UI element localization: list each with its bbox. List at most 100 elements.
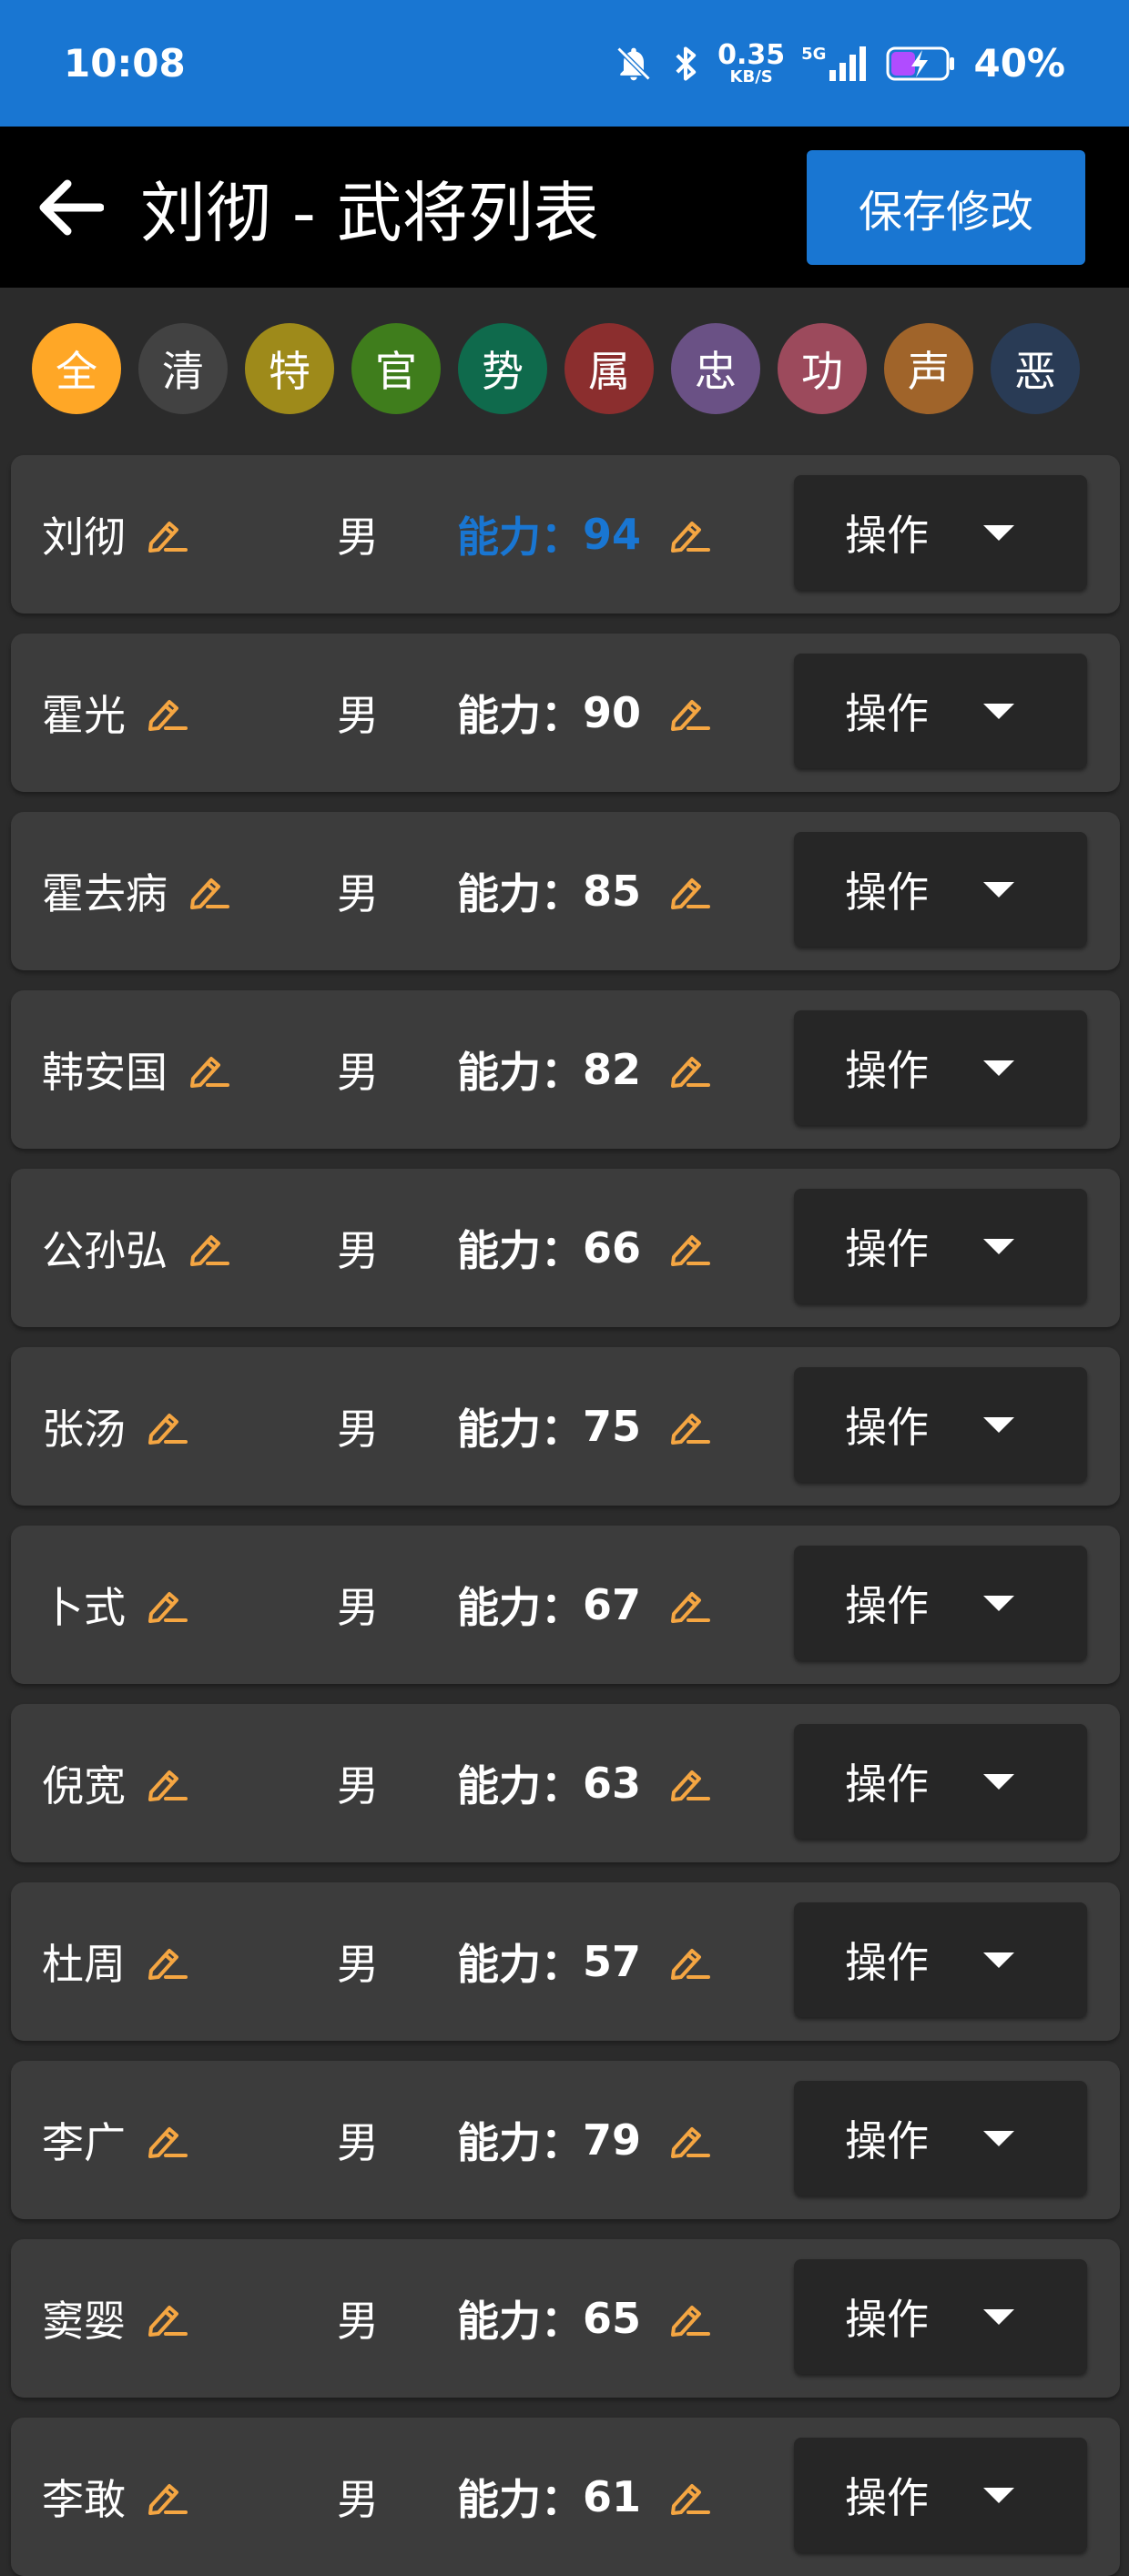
general-gender: 男 <box>337 2118 379 2167</box>
operation-dropdown-button[interactable]: 操作 <box>794 1724 1087 1839</box>
general-gender: 男 <box>337 1583 379 1632</box>
operation-label: 操作 <box>845 1938 929 1987</box>
general-gender: 男 <box>337 2297 379 2346</box>
edit-name-icon[interactable] <box>146 1587 188 1623</box>
ability-label: 能力： <box>457 1583 583 1632</box>
operation-dropdown-button[interactable]: 操作 <box>794 2438 1087 2552</box>
general-row: 韩安国 男 能力： 82 操作 <box>11 990 1120 1149</box>
operation-dropdown-button[interactable]: 操作 <box>794 832 1087 947</box>
caret-down-icon <box>983 2488 1014 2503</box>
edit-ability-icon[interactable] <box>668 634 710 792</box>
battery-charging-icon <box>886 45 957 83</box>
operation-dropdown-button[interactable]: 操作 <box>794 654 1087 768</box>
edit-name-icon[interactable] <box>188 873 229 909</box>
operation-dropdown-button[interactable]: 操作 <box>794 2081 1087 2196</box>
edit-ability-icon[interactable] <box>668 1347 710 1506</box>
general-ability: 能力： 79 <box>457 2061 641 2219</box>
edit-name-icon[interactable] <box>146 1408 188 1445</box>
status-bar: 10:08 0.35 KB/S 5G 40% <box>0 0 1129 127</box>
edit-ability-icon[interactable] <box>668 1169 710 1327</box>
caret-down-icon <box>983 1952 1014 1968</box>
operation-label: 操作 <box>845 1581 929 1630</box>
ability-value: 90 <box>583 688 642 737</box>
filter-bar: 全清特官势属忠功声恶 <box>0 288 1129 450</box>
operation-dropdown-button[interactable]: 操作 <box>794 1546 1087 1660</box>
general-name: 霍光 <box>42 691 126 740</box>
ability-label: 能力： <box>457 1226 583 1275</box>
edit-name-icon[interactable] <box>188 1051 229 1088</box>
ability-label: 能力： <box>457 2297 583 2346</box>
edit-name-icon[interactable] <box>146 516 188 553</box>
operation-dropdown-button[interactable]: 操作 <box>794 1189 1087 1303</box>
edit-name-icon[interactable] <box>146 2122 188 2158</box>
ability-label: 能力： <box>457 869 583 918</box>
general-name: 张汤 <box>42 1405 126 1454</box>
general-gender: 男 <box>337 691 379 740</box>
save-button[interactable]: 保存修改 <box>807 149 1085 265</box>
edit-ability-icon[interactable] <box>668 1526 710 1684</box>
general-name: 杜周 <box>42 1940 126 1989</box>
app-bar: 刘彻 - 武将列表 保存修改 <box>0 127 1129 288</box>
signal-icon: 5G <box>801 45 870 83</box>
general-name: 李广 <box>42 2118 126 2167</box>
edit-ability-icon[interactable] <box>668 812 710 970</box>
edit-ability-icon[interactable] <box>668 2418 710 2576</box>
arrow-left-icon <box>39 179 104 235</box>
edit-name-icon[interactable] <box>146 695 188 731</box>
ability-value: 61 <box>583 2472 642 2521</box>
status-time: 10:08 <box>64 41 186 86</box>
general-ability: 能力： 90 <box>457 634 641 792</box>
edit-ability-icon[interactable] <box>668 455 710 614</box>
filter-chip[interactable]: 恶 <box>991 323 1080 414</box>
operation-dropdown-button[interactable]: 操作 <box>794 1010 1087 1125</box>
edit-ability-icon[interactable] <box>668 2061 710 2219</box>
general-ability: 能力： 67 <box>457 1526 641 1684</box>
ability-value: 67 <box>583 1580 642 1629</box>
ability-label: 能力： <box>457 1761 583 1810</box>
general-gender: 男 <box>337 1940 379 1989</box>
filter-chip[interactable]: 声 <box>884 323 973 414</box>
operation-dropdown-button[interactable]: 操作 <box>794 2259 1087 2374</box>
edit-ability-icon[interactable] <box>668 1882 710 2041</box>
edit-name-icon[interactable] <box>146 2300 188 2337</box>
general-name: 刘彻 <box>42 512 126 562</box>
filter-chip[interactable]: 清 <box>138 323 228 414</box>
general-row: 公孙弘 男 能力： 66 操作 <box>11 1169 1120 1327</box>
filter-chip[interactable]: 势 <box>458 323 547 414</box>
filter-chip[interactable]: 特 <box>245 323 334 414</box>
ability-value: 66 <box>583 1223 642 1273</box>
general-name: 卜式 <box>42 1583 126 1632</box>
operation-dropdown-button[interactable]: 操作 <box>794 1367 1087 1482</box>
general-name-cell: 李广 <box>42 2061 188 2219</box>
general-name: 窦婴 <box>42 2297 126 2346</box>
filter-chip[interactable]: 属 <box>564 323 654 414</box>
edit-ability-icon[interactable] <box>668 2239 710 2398</box>
operation-dropdown-button[interactable]: 操作 <box>794 475 1087 590</box>
edit-name-icon[interactable] <box>146 2479 188 2515</box>
general-ability: 能力： 61 <box>457 2418 641 2576</box>
operation-label: 操作 <box>845 2116 929 2165</box>
caret-down-icon <box>983 1239 1014 1254</box>
filter-chip[interactable]: 忠 <box>671 323 760 414</box>
operation-dropdown-button[interactable]: 操作 <box>794 1902 1087 2017</box>
caret-down-icon <box>983 1596 1014 1611</box>
edit-name-icon[interactable] <box>188 1230 229 1266</box>
general-gender: 男 <box>337 869 379 918</box>
general-name-cell: 霍去病 <box>42 812 229 970</box>
general-row: 霍去病 男 能力： 85 操作 <box>11 812 1120 970</box>
general-ability: 能力： 57 <box>457 1882 641 2041</box>
battery-percent: 40% <box>973 41 1065 86</box>
filter-chip[interactable]: 功 <box>778 323 867 414</box>
edit-name-icon[interactable] <box>146 1765 188 1801</box>
ability-value: 65 <box>583 2294 642 2343</box>
edit-ability-icon[interactable] <box>668 990 710 1149</box>
caret-down-icon <box>983 882 1014 898</box>
general-name: 霍去病 <box>42 869 168 918</box>
filter-chip[interactable]: 全 <box>32 323 121 414</box>
back-button[interactable] <box>38 175 104 240</box>
edit-ability-icon[interactable] <box>668 1704 710 1862</box>
ability-label: 能力： <box>457 1405 583 1454</box>
general-row: 窦婴 男 能力： 65 操作 <box>11 2239 1120 2398</box>
filter-chip[interactable]: 官 <box>351 323 441 414</box>
edit-name-icon[interactable] <box>146 1943 188 1980</box>
